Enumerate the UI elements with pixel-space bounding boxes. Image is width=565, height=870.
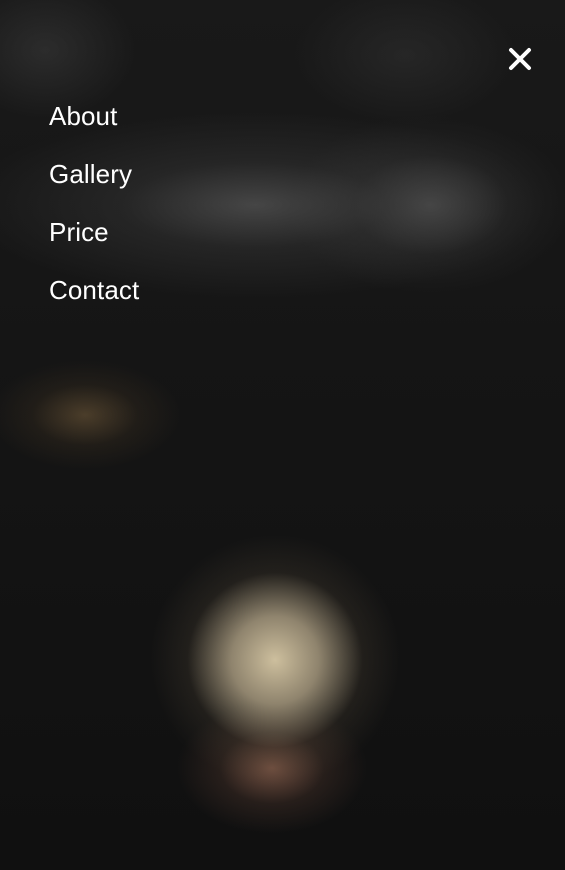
close-icon bbox=[503, 42, 537, 76]
nav-link-price[interactable]: Price bbox=[49, 214, 109, 251]
nav-item-gallery: Gallery bbox=[49, 156, 139, 214]
nav-link-gallery[interactable]: Gallery bbox=[49, 156, 132, 193]
nav-link-contact[interactable]: Contact bbox=[49, 272, 139, 309]
nav-link-about[interactable]: About bbox=[49, 98, 117, 135]
nav-menu: About Gallery Price Contact bbox=[49, 98, 139, 330]
nav-item-about: About bbox=[49, 98, 139, 156]
nav-item-price: Price bbox=[49, 214, 139, 272]
close-button[interactable] bbox=[503, 42, 537, 76]
menu-overlay: About Gallery Price Contact bbox=[0, 0, 565, 870]
nav-item-contact: Contact bbox=[49, 272, 139, 330]
